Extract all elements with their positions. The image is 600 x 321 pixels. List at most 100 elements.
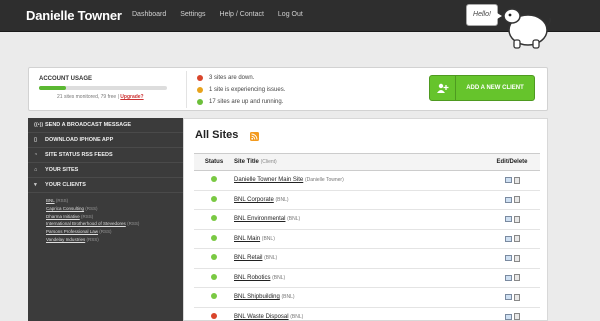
- site-client: (BNL): [272, 274, 286, 281]
- table-row: BNL Main (BNL): [194, 229, 540, 249]
- site-link[interactable]: BNL Main: [234, 236, 260, 242]
- table-row: BNL Environmental (BNL): [194, 209, 540, 230]
- status-down-icon: [211, 312, 217, 319]
- site-link[interactable]: BNL Retail: [234, 255, 262, 261]
- sidebar-item-label: SITE STATUS RSS FEEDS: [45, 152, 113, 158]
- site-cell: BNL Retail (BNL): [234, 248, 484, 269]
- client-link[interactable]: Vandelay Industries: [46, 237, 85, 242]
- delete-icon[interactable]: [513, 274, 520, 282]
- status-down-row: 3 sites are down.: [197, 72, 285, 84]
- delete-icon[interactable]: [513, 215, 520, 223]
- main-nav: Dashboard Settings Help / Contact Log Ou…: [132, 11, 303, 18]
- client-rss-link[interactable]: (RSS): [56, 198, 68, 203]
- rss-feed-icon[interactable]: [250, 132, 259, 141]
- add-client-button[interactable]: ADD A NEW CLIENT: [429, 75, 535, 101]
- status-issue-text: 1 site is experiencing issues.: [209, 87, 286, 93]
- table-row: BNL Robotics (BNL): [194, 268, 540, 288]
- sidebar-item-label: DOWNLOAD IPHONE APP: [45, 137, 114, 143]
- client-rss-link[interactable]: (RSS): [86, 237, 98, 242]
- client-link[interactable]: BNL: [46, 198, 55, 203]
- client-link[interactable]: International Brotherhood of Stevedores: [46, 221, 126, 226]
- client-list: BNL (RSS) Caprica Consulting (RSS) Dharm…: [28, 193, 183, 244]
- client-link[interactable]: Dharma Initiative: [46, 214, 80, 219]
- client-rss-link[interactable]: (RSS): [99, 229, 111, 234]
- site-cell: BNL Corporate (BNL): [234, 190, 484, 210]
- add-client-label: ADD A NEW CLIENT: [466, 85, 524, 91]
- usage-progress-fill: [39, 86, 66, 90]
- nav-log-out[interactable]: Log Out: [278, 11, 303, 18]
- edit-icon[interactable]: [504, 216, 512, 223]
- status-up-icon: [211, 273, 217, 280]
- client-item: Parsons Professional Law (RSS): [46, 228, 183, 236]
- edit-icon[interactable]: [504, 235, 512, 242]
- edit-icon[interactable]: [504, 313, 512, 320]
- site-link[interactable]: BNL Robotics: [234, 275, 270, 281]
- brand-name[interactable]: Danielle Towner: [26, 8, 122, 23]
- site-cell: Danielle Towner Main Site (Danielle Town…: [234, 170, 484, 191]
- client-rss-link[interactable]: (RSS): [85, 206, 97, 211]
- site-link[interactable]: BNL Waste Disposal: [234, 314, 289, 320]
- upgrade-link[interactable]: Upgrade?: [120, 94, 143, 100]
- column-header-status: Status: [194, 153, 234, 171]
- actions-cell: [484, 229, 540, 249]
- delete-icon[interactable]: [513, 196, 520, 204]
- site-link[interactable]: Danielle Towner Main Site: [234, 177, 303, 183]
- site-link[interactable]: BNL Shipbuilding: [234, 294, 280, 300]
- delete-icon[interactable]: [513, 176, 520, 184]
- triangle-down-icon: ▾: [34, 182, 37, 188]
- nav-help-contact[interactable]: Help / Contact: [220, 11, 264, 18]
- sidebar-item-rss-feeds[interactable]: ◔ SITE STATUS RSS FEEDS: [28, 148, 183, 163]
- site-client: (BNL): [287, 216, 301, 223]
- status-summary: 3 sites are down. 1 site is experiencing…: [197, 72, 285, 108]
- usage-count-text: 21 sites monitored, 79 free |: [57, 94, 119, 100]
- site-client: (BNL): [290, 313, 304, 320]
- status-issue-row: 1 site is experiencing issues.: [197, 84, 285, 96]
- column-header-site-title: Site Title: [234, 159, 259, 165]
- status-up-icon: [211, 234, 217, 241]
- sidebar-item-broadcast[interactable]: ((•)) SEND A BROADCAST MESSAGE: [28, 118, 183, 133]
- status-down-text: 3 sites are down.: [209, 75, 255, 81]
- nav-settings[interactable]: Settings: [180, 11, 205, 18]
- sidebar-item-label: SEND A BROADCAST MESSAGE: [45, 122, 132, 128]
- usage-note: 21 sites monitored, 79 free | Upgrade?: [57, 94, 144, 100]
- delete-icon[interactable]: [513, 235, 520, 243]
- sidebar-item-your-clients[interactable]: ▾ YOUR CLIENTS: [28, 178, 183, 193]
- sidebar-item-iphone-app[interactable]: ▯ DOWNLOAD IPHONE APP: [28, 133, 183, 148]
- status-cell: [194, 229, 234, 249]
- nav-dashboard[interactable]: Dashboard: [132, 11, 166, 18]
- phone-icon: ▯: [34, 137, 38, 143]
- client-rss-link[interactable]: (RSS): [127, 221, 139, 226]
- alert-icon: [197, 75, 203, 81]
- status-cell: [194, 170, 234, 191]
- delete-icon[interactable]: [513, 254, 520, 262]
- site-client: (BNL): [261, 235, 275, 242]
- delete-icon[interactable]: [513, 313, 520, 321]
- client-link[interactable]: Caprica Consulting: [46, 206, 84, 211]
- actions-cell: [484, 209, 540, 230]
- actions-cell: [484, 307, 540, 321]
- edit-icon[interactable]: [504, 294, 512, 301]
- greeting-bubble: Hello!: [466, 4, 502, 26]
- site-cell: BNL Shipbuilding (BNL): [234, 287, 484, 308]
- sidebar-item-your-sites[interactable]: ⌂ YOUR SITES: [28, 163, 183, 178]
- site-client: (BNL): [264, 255, 278, 262]
- edit-icon[interactable]: [504, 196, 512, 203]
- add-user-icon: [430, 76, 456, 100]
- site-cell: BNL Environmental (BNL): [234, 209, 484, 230]
- client-rss-link[interactable]: (RSS): [81, 214, 93, 219]
- site-link[interactable]: BNL Environmental: [234, 216, 285, 222]
- site-client: (Danielle Towner): [304, 177, 344, 184]
- edit-icon[interactable]: [504, 177, 512, 184]
- client-item: Vandelay Industries (RSS): [46, 236, 183, 244]
- edit-icon[interactable]: [504, 255, 512, 262]
- edit-icon[interactable]: [504, 274, 512, 281]
- delete-icon[interactable]: [513, 293, 520, 301]
- status-up-text: 17 sites are up and running.: [209, 99, 284, 105]
- site-link[interactable]: BNL Corporate: [234, 197, 274, 203]
- client-item: Caprica Consulting (RSS): [46, 205, 183, 213]
- client-item: International Brotherhood of Stevedores …: [46, 220, 183, 228]
- site-client: (BNL): [281, 294, 295, 301]
- mascot-icon: [503, 8, 551, 49]
- client-link[interactable]: Parsons Professional Law: [46, 229, 98, 234]
- sidebar: ((•)) SEND A BROADCAST MESSAGE ▯ DOWNLOA…: [28, 118, 183, 321]
